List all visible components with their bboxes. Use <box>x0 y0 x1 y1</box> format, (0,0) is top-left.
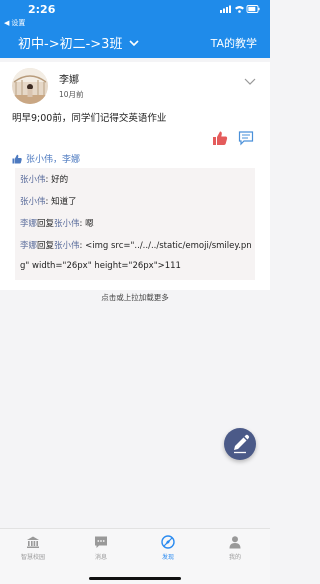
comment-item[interactable]: 张小伟: 知道了 <box>20 192 77 212</box>
tab-bar: 智慧校园 消息 发现 我的 <box>0 528 270 584</box>
comment-list: 张小伟: 好的 张小伟: 知道了 李娜回复张小伟: 嗯 李娜回复张小伟: <im… <box>15 168 255 280</box>
chevron-down-icon[interactable] <box>244 76 256 86</box>
comment-item[interactable]: 李娜回复张小伟: 嗯 <box>20 214 94 234</box>
tab-smart-campus[interactable]: 智慧校园 <box>6 535 60 561</box>
my-teaching-link[interactable]: TA的教学 <box>211 35 257 51</box>
likes-names: 张小伟，李娜 <box>26 155 81 165</box>
header: 2:26 ◀ 设置 初中->初二->3班 TA的教学 <box>0 0 270 58</box>
thumbs-up-icon[interactable] <box>212 130 228 146</box>
load-more[interactable]: 点击或上拉加载更多 <box>0 292 270 303</box>
comment-author: 张小伟 <box>20 175 46 185</box>
post-time: 10月前 <box>59 90 84 99</box>
tab-label: 发现 <box>161 554 174 561</box>
comment-author: 李娜 <box>20 219 38 229</box>
page-title: 初中->初二->3班 <box>18 37 123 52</box>
back-to-settings[interactable]: ◀ 设置 <box>4 18 25 28</box>
avatar[interactable] <box>12 68 48 104</box>
pencil-icon <box>234 434 250 454</box>
tab-messages[interactable]: 消息 <box>74 535 128 561</box>
back-arrow-icon: ◀ <box>4 19 10 27</box>
comment-author: 张小伟 <box>20 197 46 207</box>
home-indicator <box>89 577 181 580</box>
tab-label: 消息 <box>94 554 107 561</box>
comment-text: : 知道了 <box>45 197 77 207</box>
profile-icon <box>229 536 241 549</box>
chevron-down-icon <box>129 39 140 46</box>
tab-label: 我的 <box>228 554 241 561</box>
comment-text: : 好的 <box>45 175 69 185</box>
reply-word: 回复 <box>37 219 55 229</box>
tab-label: 智慧校园 <box>20 554 45 561</box>
message-icon <box>95 536 107 548</box>
comment-author: 李娜 <box>20 241 38 251</box>
reply-word: 回复 <box>37 241 55 251</box>
status-time: 2:26 <box>28 3 56 16</box>
tab-discover[interactable]: 发现 <box>141 535 195 561</box>
bank-icon <box>27 536 39 548</box>
back-label: 设置 <box>11 19 26 27</box>
likes-row: 张小伟，李娜 <box>12 152 80 165</box>
tab-profile[interactable]: 我的 <box>208 535 262 561</box>
reply-target: 张小伟 <box>54 219 80 229</box>
new-post-button[interactable] <box>224 428 256 460</box>
thumbs-up-icon <box>12 154 22 163</box>
class-selector[interactable]: 初中->初二->3班 <box>18 33 140 52</box>
comment-icon[interactable] <box>238 130 254 146</box>
status-icons <box>220 5 260 13</box>
post-content: 明早9;00前，同学们记得交英语作业 <box>12 113 167 124</box>
post-card: 李娜 10月前 明早9;00前，同学们记得交英语作业 张小伟，李娜 张小伟: 好… <box>0 62 270 290</box>
reply-target: 张小伟 <box>54 241 80 251</box>
discover-icon <box>161 535 175 549</box>
post-author: 李娜 <box>59 75 79 86</box>
comment-item[interactable]: 李娜回复张小伟: <img src="../../../static/emoji… <box>20 236 252 276</box>
comment-text: : 嗯 <box>79 219 94 229</box>
comment-item[interactable]: 张小伟: 好的 <box>20 170 68 190</box>
status-bar: 2:26 <box>0 0 270 18</box>
avatar-image <box>12 68 48 104</box>
